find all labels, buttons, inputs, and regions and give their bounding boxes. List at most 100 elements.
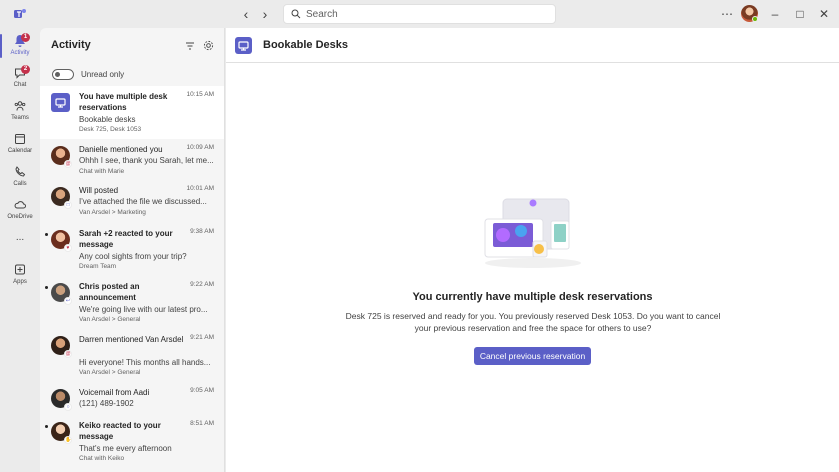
item-time: 8:51 AM xyxy=(190,420,214,427)
item-source: Desk 725, Desk 1053 xyxy=(79,126,142,133)
mention-icon: @ xyxy=(64,160,72,168)
rail-item-calendar[interactable]: Calendar xyxy=(0,130,40,162)
list-item[interactable]: ○ Voicemail from Aadi 9:05 AM (121) 489-… xyxy=(40,382,224,415)
rail-label: Calls xyxy=(13,181,27,187)
item-source: Van Arsdel > General xyxy=(79,369,141,376)
search-box[interactable] xyxy=(283,4,556,24)
unread-dot xyxy=(45,233,48,236)
list-item[interactable]: You have multiple desk reservations 10:1… xyxy=(40,86,224,139)
search-icon xyxy=(291,9,301,19)
desk-reservations-illustration xyxy=(484,198,581,268)
chat-badge: 2 xyxy=(21,65,30,74)
list-item[interactable]: □ Will posted 10:01 AM I've attached the… xyxy=(40,180,224,223)
app-rail: 1 Activity 2 Chat Teams Calendar Calls O… xyxy=(0,28,40,472)
item-preview: We're going live with our latest pro... xyxy=(79,305,208,314)
item-preview: Bookable desks xyxy=(79,115,136,124)
unread-dot xyxy=(45,425,48,428)
main-content: Bookable Desks You currently have multip… xyxy=(226,28,839,472)
empty-state-body: Desk 725 is reserved and ready for you. … xyxy=(345,311,721,333)
item-preview: (121) 489-1902 xyxy=(79,399,134,408)
mention-icon: @ xyxy=(64,350,72,358)
minimize-icon[interactable]: – xyxy=(767,6,783,22)
maximize-icon[interactable]: □ xyxy=(792,6,808,22)
bookable-desks-app-icon xyxy=(51,93,70,112)
rail-item-more[interactable]: ... xyxy=(0,230,40,262)
activity-pane: Activity Unread only You have multiple d… xyxy=(40,28,225,472)
title-bar: ‹ › ⋯ – □ ✕ xyxy=(0,0,839,28)
unread-dot xyxy=(45,286,48,289)
item-preview: Hi everyone! This months all hands... xyxy=(79,358,211,367)
list-item[interactable]: ✋ Keiko reacted to your message 8:51 AM … xyxy=(40,415,224,468)
calendar-icon xyxy=(15,134,25,144)
item-title: Darren mentioned Van Arsdel xyxy=(79,335,184,344)
wave-reaction-icon: ✋ xyxy=(64,436,72,444)
activity-title: Activity xyxy=(51,39,91,51)
rail-item-apps[interactable]: Apps xyxy=(0,261,40,293)
announcement-icon: ↩ xyxy=(64,297,72,305)
item-time: 10:01 AM xyxy=(186,185,214,192)
bookable-desks-app-icon xyxy=(235,37,252,54)
item-time: 10:09 AM xyxy=(186,144,214,151)
item-source: Van Arsdel > Marketing xyxy=(79,209,146,216)
item-source: Chat with Keiko xyxy=(79,455,125,462)
rail-label: Apps xyxy=(13,279,27,285)
empty-state-title: You currently have multiple desk reserva… xyxy=(412,291,653,303)
rail-label: OneDrive xyxy=(7,214,33,220)
activity-badge: 1 xyxy=(21,33,30,42)
phone-icon xyxy=(15,166,26,177)
list-item[interactable]: ♥ Sarah +2 reacted to your message 9:38 … xyxy=(40,223,224,276)
post-icon: □ xyxy=(64,201,72,209)
item-preview: That's me every afternoon xyxy=(79,444,172,453)
rail-item-chat[interactable]: 2 Chat xyxy=(0,64,40,96)
gear-icon[interactable] xyxy=(203,40,214,51)
rail-item-onedrive[interactable]: OneDrive xyxy=(0,196,40,228)
item-source: Chat with Marie xyxy=(79,168,125,175)
rail-item-calls[interactable]: Calls xyxy=(0,163,40,195)
rail-item-activity[interactable]: 1 Activity xyxy=(0,32,40,64)
list-item[interactable]: @ Darren mentioned Van Arsdel 9:21 AM Hi… xyxy=(40,329,224,382)
item-time: 10:15 AM xyxy=(186,91,214,98)
rail-item-teams[interactable]: Teams xyxy=(0,97,40,129)
add-app-icon xyxy=(15,264,25,275)
unread-only-toggle[interactable] xyxy=(52,69,74,80)
rail-label: Activity xyxy=(10,50,30,56)
app-header: Bookable Desks xyxy=(226,28,839,63)
list-item[interactable]: @ Danielle mentioned you 10:09 AM Ohhh I… xyxy=(40,139,224,180)
unread-only-label: Unread only xyxy=(81,70,125,79)
teams-icon xyxy=(14,101,26,111)
heart-reaction-icon: ♥ xyxy=(64,244,72,252)
item-title: Danielle mentioned you xyxy=(79,145,163,154)
page-title: Bookable Desks xyxy=(263,39,348,51)
item-source: Dream Team xyxy=(79,263,117,270)
item-title: Voicemail from Aadi xyxy=(79,388,150,397)
back-arrow-icon[interactable]: ‹ xyxy=(238,6,254,22)
item-title: Chris posted an announcement xyxy=(79,282,140,302)
activity-feed: You have multiple desk reservations 10:1… xyxy=(40,86,224,468)
search-input[interactable] xyxy=(306,7,546,22)
more-options-icon[interactable]: ⋯ xyxy=(719,6,735,22)
rail-label: Teams xyxy=(11,115,29,121)
item-title: Keiko reacted to your message xyxy=(79,421,161,441)
rail-label: Calendar xyxy=(7,148,33,154)
item-time: 9:22 AM xyxy=(190,281,214,288)
cancel-previous-reservation-button[interactable]: Cancel previous reservation xyxy=(474,347,591,365)
list-item[interactable]: ↩ Chris posted an announcement 9:22 AM W… xyxy=(40,276,224,329)
teams-logo-icon xyxy=(14,9,26,18)
item-time: 9:21 AM xyxy=(190,334,214,341)
close-icon[interactable]: ✕ xyxy=(816,6,832,22)
item-preview: Ohhh I see, thank you Sarah, let me... xyxy=(79,156,214,165)
item-time: 9:05 AM xyxy=(190,387,214,394)
item-time: 9:38 AM xyxy=(190,228,214,235)
item-title: Sarah +2 reacted to your message xyxy=(79,229,173,249)
item-source: Van Arsdel > General xyxy=(79,316,141,323)
more-icon: ... xyxy=(15,232,25,243)
item-preview: Any cool sights from your trip? xyxy=(79,252,187,261)
filter-icon[interactable] xyxy=(185,41,195,51)
item-title: Will posted xyxy=(79,186,119,195)
item-title: You have multiple desk reservations xyxy=(79,92,168,112)
forward-arrow-icon[interactable]: › xyxy=(257,6,273,22)
voicemail-icon: ○ xyxy=(64,403,72,411)
cloud-icon xyxy=(14,201,26,209)
item-preview: I've attached the file we discussed... xyxy=(79,197,207,206)
rail-label: Chat xyxy=(13,82,27,88)
